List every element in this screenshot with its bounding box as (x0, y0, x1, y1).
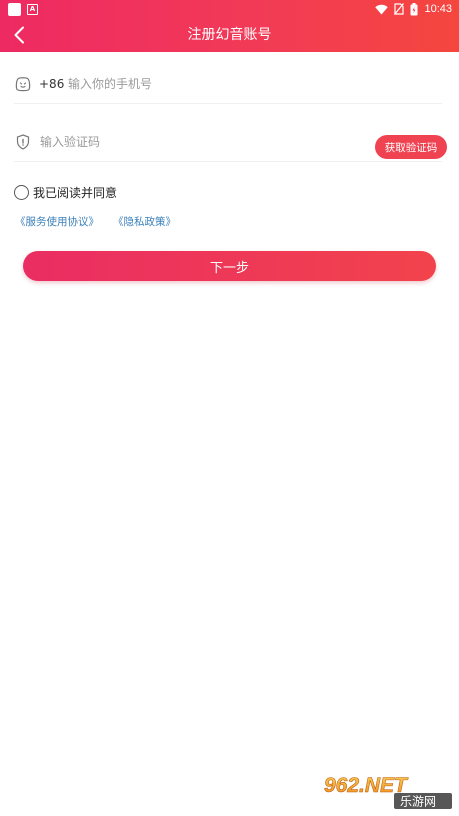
agreement-links: 《服务使用协议》 《隐私政策》 (15, 214, 176, 229)
verification-code-input[interactable] (40, 131, 340, 153)
status-bar: A 10:43 (0, 0, 459, 18)
back-button[interactable] (6, 22, 32, 48)
wifi-icon (375, 4, 389, 14)
page-title: 注册幻音账号 (187, 27, 272, 43)
battery-icon (410, 2, 418, 15)
shield-icon (16, 134, 30, 150)
watermark-logo: 962.NET 乐游网 (320, 770, 454, 810)
privacy-policy-link[interactable]: 《隐私政策》 (113, 214, 176, 229)
no-sim-icon (394, 3, 405, 15)
app-bar: 注册幻音账号 (0, 18, 459, 52)
agreement-row[interactable]: 我已阅读并同意 (14, 183, 117, 201)
status-time: 10:43 (424, 3, 452, 15)
get-code-button[interactable]: 获取验证码 (375, 135, 447, 159)
next-step-button[interactable]: 下一步 (23, 251, 436, 281)
status-bar-right: 10:43 (375, 1, 452, 17)
chevron-left-icon (14, 26, 24, 44)
face-icon (15, 77, 31, 92)
service-agreement-link[interactable]: 《服务使用协议》 (15, 214, 99, 229)
agreement-text: 我已阅读并同意 (33, 185, 118, 200)
country-code[interactable]: +86 (39, 74, 64, 94)
phone-input[interactable] (68, 73, 368, 95)
notification-a-icon: A (27, 4, 38, 15)
header: A 10:43 注册幻音账号 (0, 0, 459, 52)
phone-row: +86 (14, 70, 442, 104)
agree-radio[interactable] (14, 184, 29, 200)
watermark-sub-text: 乐游网 (400, 795, 436, 809)
register-screen: A 10:43 注册幻音账号 +86 输入你的手机号 输入验证码 获取验证码 我… (0, 0, 459, 816)
notification-app-icon (8, 3, 21, 16)
